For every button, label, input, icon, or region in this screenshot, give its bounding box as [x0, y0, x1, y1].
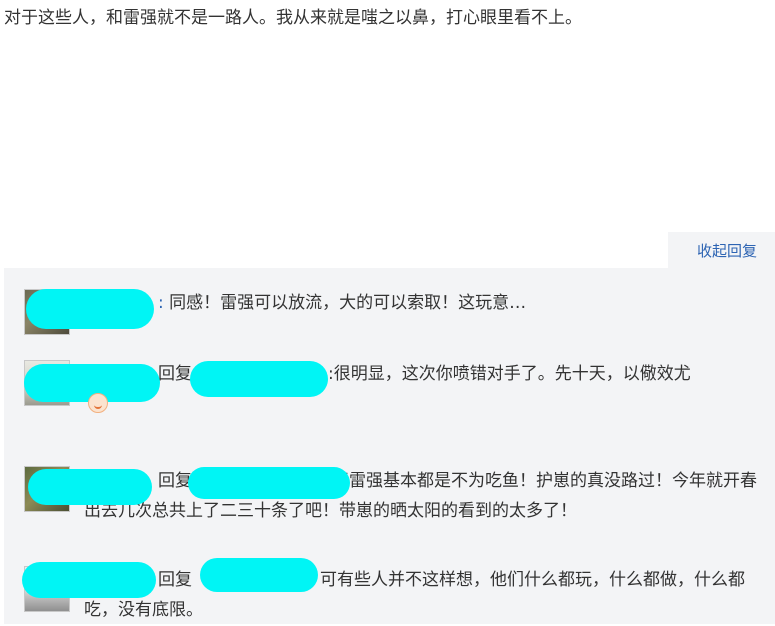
reply-body: 回复 :很明显，这次你喷错对手了。先十天，以儆效尤 [84, 359, 764, 389]
reply-text: 同感！雷强可以放流，大的可以索取！这玩意… [169, 293, 527, 313]
reply-body: : 同感！雷强可以放流，大的可以索取！这玩意… [84, 288, 764, 318]
post-text: 对于这些人，和雷强就不是一路人。我从来就是嗤之以鼻，打心眼里看不上。 [4, 8, 582, 28]
reply-word: 回复 [158, 471, 192, 491]
collapse-replies-link[interactable]: 收起回复 [697, 240, 757, 261]
smile-emoji-icon [88, 393, 108, 413]
reply-word: 回复 [158, 570, 192, 590]
reply-item: 回复 :很明显，这次你喷错对手了。先十天，以儆效尤 [24, 360, 764, 420]
reply-item: 回复 可有些人并不这样想，他们什么都玩，什么都做，什么都吃，没有底限。 [22, 558, 764, 626]
redacted-username [28, 469, 152, 505]
redacted-username [22, 562, 156, 598]
redacted-username [26, 289, 154, 329]
reply-text: :很明显，这次你喷错对手了。先十天，以儆效尤 [328, 364, 691, 384]
reply-word: 回复 [158, 364, 192, 384]
reply-item: 回复 玩雷强基本都是不为吃鱼！护崽的真没路过！今年就开春出去几次总共上了二三十条了… [24, 466, 764, 526]
redacted-target-username [190, 361, 328, 397]
collapse-tab: 收起回复 [668, 232, 775, 268]
reply-body: 回复 可有些人并不这样想，他们什么都玩，什么都做，什么都吃，没有底限。 [84, 565, 764, 625]
redacted-target-username [200, 558, 318, 592]
reply-panel: : 同感！雷强可以放流，大的可以索取！这玩意… 回复 :很明显，这次你喷错对手了。… [4, 268, 775, 624]
reply-item: : 同感！雷强可以放流，大的可以索取！这玩意… [24, 289, 764, 339]
redacted-target-username [188, 467, 350, 499]
reply-prefix: : [158, 293, 164, 313]
reply-body: 回复 玩雷强基本都是不为吃鱼！护崽的真没路过！今年就开春出去几次总共上了二三十条了… [84, 466, 764, 526]
